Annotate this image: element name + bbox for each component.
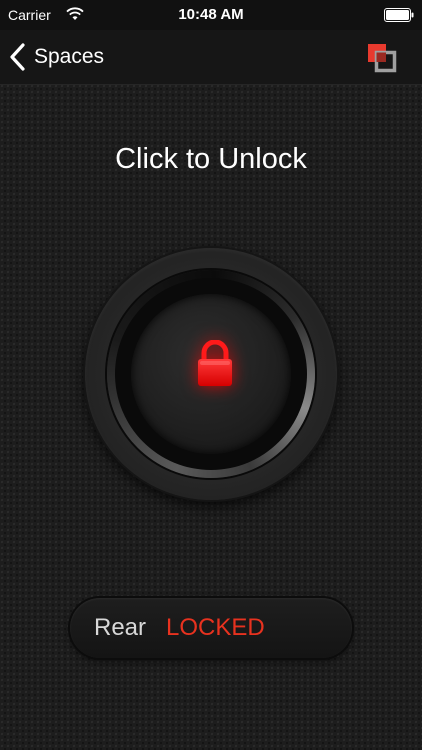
navigation-bar: Spaces — [0, 30, 422, 85]
overlapping-squares-logo-icon[interactable] — [366, 42, 398, 74]
door-name-label: Rear — [94, 614, 147, 641]
page-title: Click to Unlock — [115, 143, 307, 175]
padlock-icon — [198, 340, 232, 386]
app-screen: Carrier 10:48 AM Spaces Click to Unlock — [0, 0, 422, 750]
unlock-button[interactable] — [85, 248, 337, 500]
back-label: Spaces — [34, 45, 105, 68]
status-time: 10:48 AM — [178, 6, 244, 23]
status-bar: Carrier 10:48 AM — [0, 0, 422, 30]
door-status-pill[interactable]: Rear LOCKED — [70, 598, 352, 658]
battery-icon — [384, 8, 414, 22]
back-button[interactable]: Spaces — [8, 40, 104, 74]
door-state-badge: LOCKED — [166, 614, 265, 641]
chevron-left-icon — [10, 43, 25, 71]
